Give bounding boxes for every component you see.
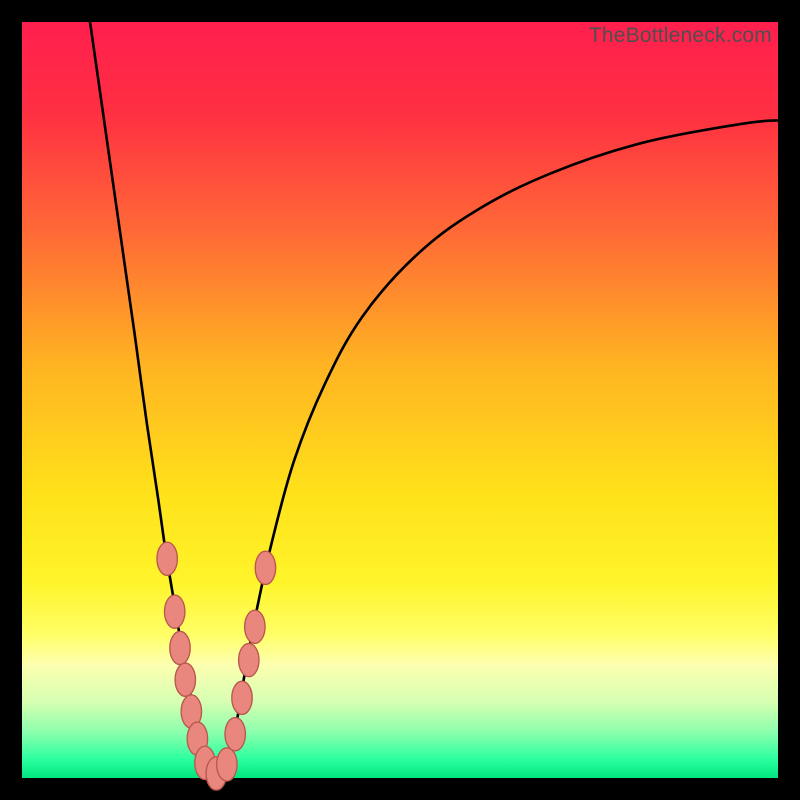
- data-marker: [165, 595, 185, 628]
- marker-group: [157, 542, 276, 790]
- data-marker: [170, 631, 190, 664]
- data-marker: [217, 748, 237, 781]
- data-marker: [255, 551, 275, 584]
- plot-area: TheBottleneck.com: [22, 22, 778, 778]
- data-marker: [225, 718, 245, 751]
- chart-frame: TheBottleneck.com: [0, 0, 800, 800]
- watermark-text: TheBottleneck.com: [589, 24, 772, 48]
- data-marker: [157, 542, 177, 575]
- data-marker: [232, 681, 252, 714]
- data-marker: [239, 643, 259, 676]
- curve-right: [222, 120, 778, 774]
- data-marker: [245, 610, 265, 643]
- data-marker: [175, 663, 195, 696]
- curves-layer: [22, 22, 778, 778]
- curve-left: [90, 22, 211, 774]
